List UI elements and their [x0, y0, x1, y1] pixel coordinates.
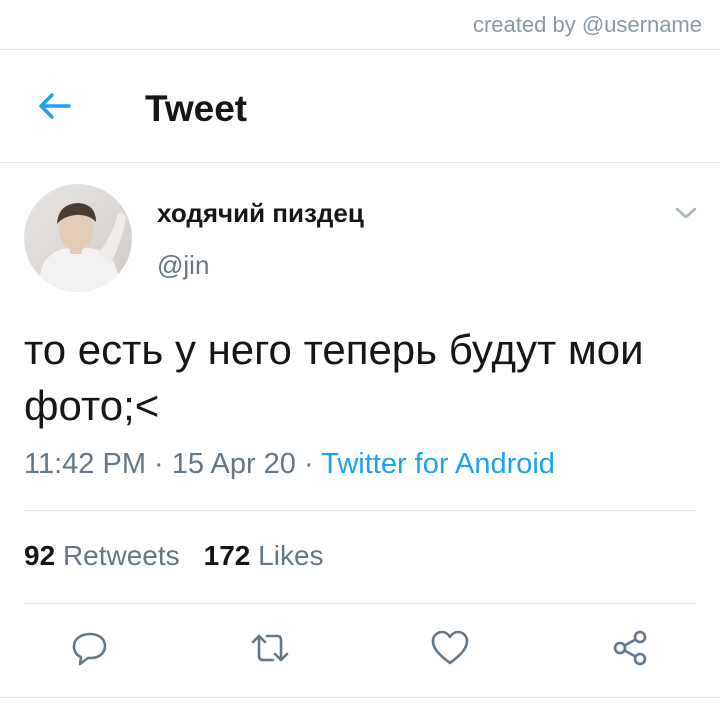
meta-separator: · [154, 448, 164, 480]
share-icon [613, 630, 647, 666]
retweets-label: Retweets [62, 540, 180, 571]
heart-icon [431, 630, 469, 665]
tweet-source-link[interactable]: Twitter for Android [321, 448, 555, 480]
divider [0, 697, 720, 698]
display-name[interactable]: ходячий пиздец [157, 198, 364, 229]
like-button[interactable] [428, 626, 472, 670]
likes-stat[interactable]: 172 Likes [204, 540, 324, 571]
chevron-down-icon [675, 207, 697, 219]
reply-icon [72, 632, 107, 666]
divider [24, 510, 696, 511]
tweet-text: то есть у него теперь будут мои фото;< [24, 326, 644, 429]
avatar[interactable] [24, 184, 132, 292]
meta-separator: · [304, 448, 314, 480]
action-bar [0, 626, 720, 676]
header-bar: Tweet [0, 50, 720, 163]
watermark: created by @username [472, 12, 702, 37]
retweet-icon [251, 634, 289, 662]
retweets-stat[interactable]: 92 Retweets [24, 540, 180, 571]
more-options-button[interactable] [672, 202, 700, 224]
tweet-date: 15 Apr 20 [171, 448, 296, 480]
tweet-time: 11:42 PM [24, 448, 146, 480]
tweet-meta: 11:42 PM · 15 Apr 20 · Twitter for Andro… [24, 448, 555, 481]
divider [24, 603, 696, 604]
user-handle[interactable]: @jin [157, 250, 209, 281]
retweet-button[interactable] [248, 626, 292, 670]
share-button[interactable] [608, 626, 652, 670]
tweet-stats: 92 Retweets 172 Likes [24, 540, 324, 572]
likes-label: Likes [258, 540, 324, 571]
likes-count: 172 [203, 540, 251, 571]
back-button[interactable] [34, 86, 74, 126]
arrow-left-icon [39, 93, 71, 119]
page-title: Tweet [145, 88, 248, 129]
retweets-count: 92 [24, 540, 56, 571]
reply-button[interactable] [68, 626, 112, 670]
